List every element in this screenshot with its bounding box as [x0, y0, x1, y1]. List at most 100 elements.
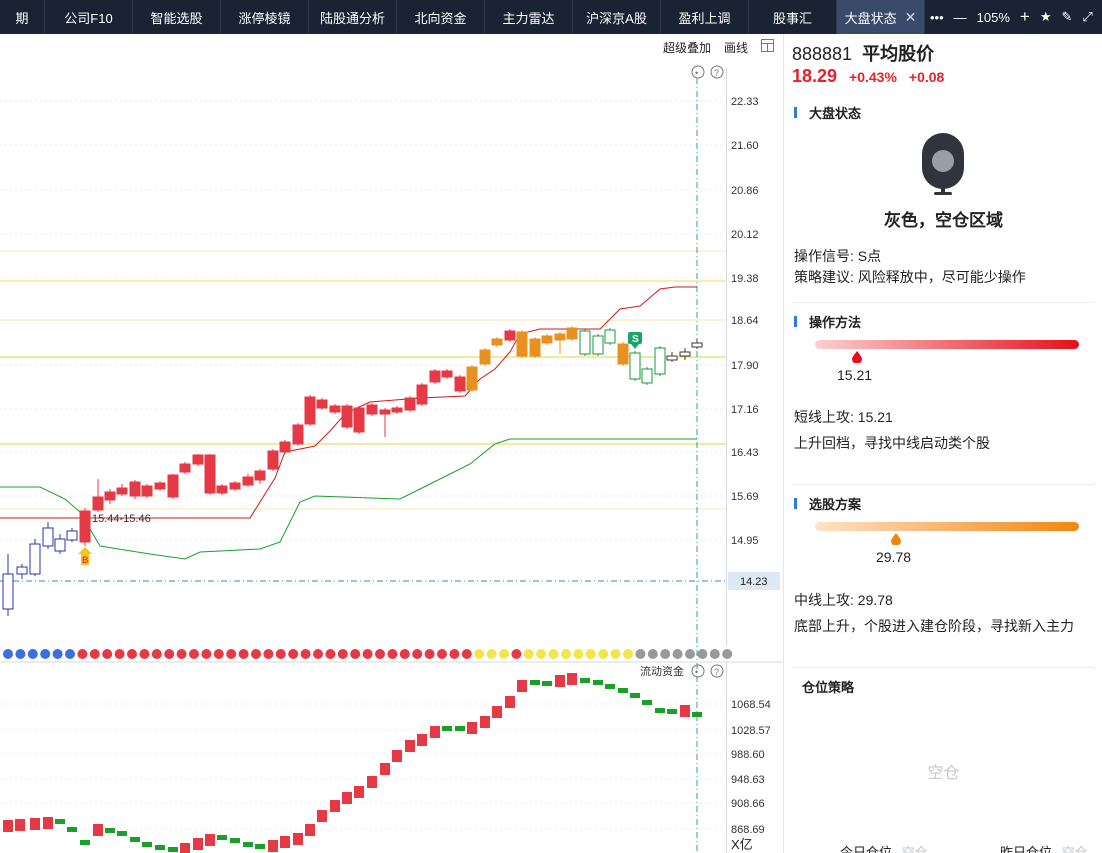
operation-description: 上升回档，寻找中线启动类个股: [794, 435, 990, 451]
pencil-icon[interactable]: ✎: [1062, 9, 1073, 25]
flow-bar: [268, 840, 278, 852]
status-dot: [598, 649, 609, 659]
candle-body: [441, 370, 453, 378]
divider: [792, 302, 1094, 303]
y-tick-label: 14.95: [731, 535, 759, 547]
candle-body: [617, 343, 629, 365]
candle-body: [604, 329, 616, 344]
candlestick-chart[interactable]: 15.44-15.46 B S 22.33 21.60 20.86 20.12 19.38 1…: [0, 34, 782, 853]
tab-6[interactable]: 主力雷达: [485, 0, 573, 34]
status-dot: [288, 649, 299, 659]
window-controls: ••• — 105% + ★ ✎ ⤢: [925, 0, 1098, 34]
stock-selection-heading: 选股方案: [794, 494, 861, 513]
zoom-in-button[interactable]: +: [1020, 7, 1030, 27]
subchart-unit: X亿: [731, 837, 753, 852]
tab-4[interactable]: 陆股通分析: [309, 0, 397, 34]
candle-body: [592, 335, 604, 355]
subchart-tick-label: 988.60: [731, 749, 765, 761]
status-dot: [523, 649, 534, 659]
subchart-tick-label: 868.69: [731, 824, 765, 836]
tab-9[interactable]: 股事汇: [749, 0, 837, 34]
status-dot: [201, 649, 212, 659]
status-dot: [412, 649, 423, 659]
flow-bar: [205, 834, 215, 846]
candle-body: [529, 338, 541, 357]
flow-bar: [567, 673, 577, 685]
status-dot: [437, 649, 447, 659]
tab-7[interactable]: 沪深京A股: [573, 0, 661, 34]
flow-bar: [155, 845, 165, 850]
candle-body: [629, 352, 641, 380]
subchart-tick-label: 948.63: [731, 774, 765, 786]
status-dot: [15, 649, 26, 659]
candle-body: [204, 454, 216, 494]
tab-label: 主力雷达: [502, 10, 555, 26]
tab-3[interactable]: 涨停棱镜: [221, 0, 309, 34]
tab-5[interactable]: 北向资金: [397, 0, 485, 34]
signal-markers: 15.44-15.46 B S: [78, 332, 642, 565]
stock-price: 18.29: [792, 66, 838, 86]
sell-marker: S: [632, 334, 639, 345]
tab-label: 北向资金: [414, 10, 467, 26]
flow-bar: [30, 818, 40, 830]
status-dot: [573, 649, 584, 659]
candle-body: [154, 482, 166, 490]
status-dot: [375, 649, 385, 659]
buy-marker: B: [82, 555, 89, 565]
status-dot: [511, 649, 522, 659]
divider: [792, 667, 1094, 668]
stock-quote: 18.29 +0.43% +0.08: [792, 66, 944, 87]
tab-0[interactable]: 期: [0, 0, 45, 34]
operation-method-heading: 操作方法: [794, 312, 861, 331]
status-dot: [561, 649, 571, 659]
chart-area[interactable]: 超级叠加 画线 15.44-15.46 B S 22.33 21.60 20.86 20.…: [0, 34, 782, 853]
tab-2[interactable]: 智能选股: [133, 0, 221, 34]
flow-bar: [505, 696, 515, 708]
candle-body: [404, 397, 416, 411]
operation-gauge-bar: [815, 340, 1079, 349]
subchart-tick-label: 1028.57: [731, 725, 771, 737]
mid-term-attack: 中线上攻: 29.78: [794, 592, 893, 608]
status-dot: [40, 649, 51, 659]
status-dot: [474, 649, 485, 659]
icon-glyph: ?: [714, 667, 719, 677]
tab-1[interactable]: 公司F10: [45, 0, 133, 34]
close-icon[interactable]: ✕: [905, 9, 917, 26]
flow-bar: [105, 828, 115, 833]
y-tick-label: 15.69: [731, 491, 759, 503]
flow-bar: [330, 800, 340, 812]
flow-bar: [580, 678, 590, 683]
flow-bar: [317, 810, 327, 822]
candle-body: [2, 573, 14, 610]
upper-envelope-line: [0, 286, 697, 519]
candle-body: [42, 527, 54, 547]
candle-body: [316, 399, 328, 409]
flow-bar: [217, 835, 227, 840]
market-status-text: 灰色，空仓区域: [884, 211, 1003, 230]
flow-bar: [467, 722, 477, 734]
zoom-out-button[interactable]: —: [954, 10, 967, 25]
flow-bar: [380, 763, 390, 775]
grid-lines: [0, 100, 726, 830]
flow-bar: [517, 680, 527, 692]
more-icon[interactable]: •••: [930, 10, 944, 25]
candle-body: [29, 543, 41, 575]
candle-body: [92, 496, 104, 511]
candle-body: [641, 368, 653, 384]
expand-icon[interactable]: ⤢: [1082, 9, 1092, 25]
today-position: 今日仓位 空仓: [840, 845, 928, 853]
candle-body: [116, 487, 128, 495]
selection-description: 底部上升，个股进入建仓阶段，寻找新入主力: [794, 618, 1074, 634]
candle-body: [341, 405, 353, 428]
status-dot: [139, 649, 150, 659]
status-dot: [672, 649, 683, 659]
status-dot: [623, 649, 633, 659]
candle-body: [129, 481, 141, 497]
tab-10[interactable]: 大盘状态 ✕: [837, 0, 925, 34]
divider: [792, 484, 1094, 485]
star-icon[interactable]: ★: [1040, 9, 1052, 25]
tab-8[interactable]: 盈利上调: [661, 0, 749, 34]
price-range-annotation: 15.44-15.46: [92, 513, 151, 525]
stock-code: 888881: [792, 44, 853, 64]
y-tick-label: 20.86: [731, 185, 759, 197]
